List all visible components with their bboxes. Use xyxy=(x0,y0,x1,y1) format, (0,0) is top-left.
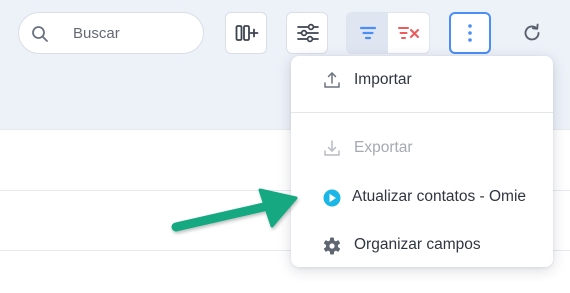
upload-icon xyxy=(324,72,340,88)
menu-item-label: Exportar xyxy=(354,139,413,156)
refresh-icon[interactable] xyxy=(521,22,543,44)
menu-item-organizar-campos[interactable]: Organizar campos xyxy=(291,223,553,269)
more-options-menu: Importar Exportar Atualizar contatos - O… xyxy=(291,56,553,267)
filter-icon xyxy=(359,26,377,40)
gear-icon xyxy=(324,237,340,255)
search-input[interactable] xyxy=(73,21,193,45)
add-column-icon xyxy=(235,25,259,41)
menu-item-label: Importar xyxy=(354,71,412,88)
menu-item-label: Organizar campos xyxy=(354,236,481,253)
download-icon xyxy=(324,140,340,156)
search-box[interactable] xyxy=(18,12,204,54)
omie-play-icon xyxy=(323,189,341,207)
clear-filter-button[interactable] xyxy=(388,13,429,53)
menu-divider xyxy=(291,112,553,113)
menu-item-importar[interactable]: Importar xyxy=(291,58,553,104)
filter-button[interactable] xyxy=(347,13,388,53)
filter-button-group xyxy=(346,12,430,54)
vertical-dots-icon xyxy=(468,24,472,42)
menu-item-label: Atualizar contatos - Omie xyxy=(352,188,527,205)
annotation-arrow xyxy=(171,188,298,232)
filters-button[interactable] xyxy=(286,12,328,54)
search-icon xyxy=(32,26,48,42)
sliders-icon xyxy=(297,23,319,43)
more-options-button[interactable] xyxy=(449,12,491,54)
menu-item-atualizar-contatos-omie[interactable]: Atualizar contatos - Omie xyxy=(291,175,553,221)
add-column-button[interactable] xyxy=(225,12,267,54)
menu-item-exportar: Exportar xyxy=(291,126,553,172)
clear-filter-icon xyxy=(398,27,419,39)
